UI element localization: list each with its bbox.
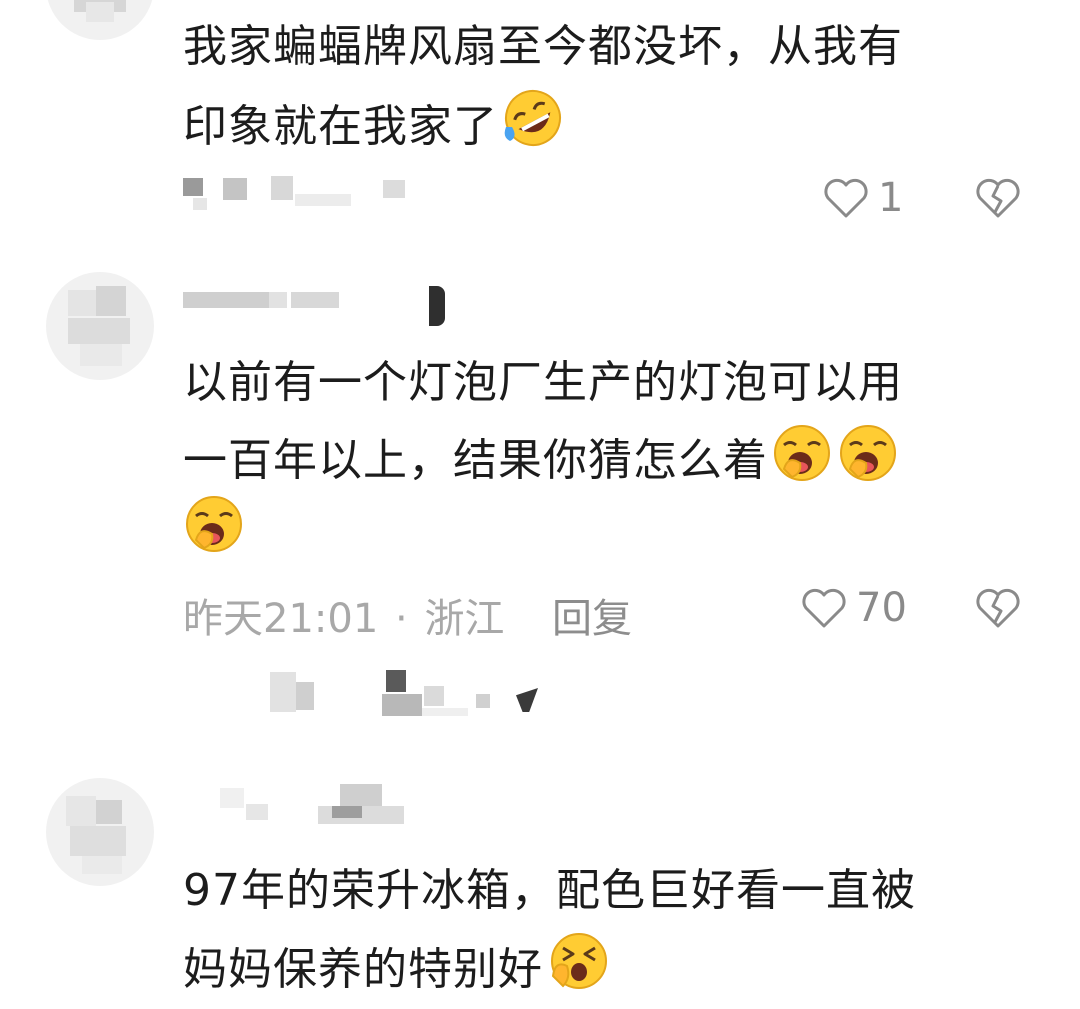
like-count: 70 bbox=[856, 585, 907, 631]
comment-text: 印象就在我家了 bbox=[183, 87, 566, 166]
comment-meta-blurred bbox=[183, 176, 463, 216]
comment-location: 浙江 bbox=[424, 596, 505, 642]
yawning-face-emoji-icon bbox=[836, 423, 900, 500]
comment-meta: 昨天21:01 · 浙江 bbox=[183, 586, 504, 644]
broken-heart-icon[interactable] bbox=[974, 176, 1022, 220]
comment-text: 以前有一个灯泡厂生产的灯泡可以用 bbox=[183, 357, 903, 408]
avatar[interactable] bbox=[46, 272, 154, 380]
like-count: 1 bbox=[878, 175, 904, 221]
comment-text: 妈妈保养的特别好 bbox=[183, 930, 611, 1009]
heart-outline-icon[interactable] bbox=[800, 586, 848, 630]
meta-separator: · bbox=[395, 596, 408, 642]
reply-button[interactable]: 回复 bbox=[552, 586, 632, 644]
username-blurred bbox=[220, 784, 420, 834]
username-blurred bbox=[183, 286, 463, 336]
avatar[interactable] bbox=[46, 778, 154, 886]
comment-text: 一百年以上，结果你猜怎么着 bbox=[183, 423, 900, 500]
comment-text: 我家蝙蝠牌风扇至今都没坏，从我有 bbox=[183, 21, 903, 72]
squinting-hand-over-mouth-emoji-icon bbox=[545, 930, 611, 1009]
broken-heart-icon[interactable] bbox=[974, 586, 1022, 630]
comment-text: 97年的荣升冰箱，配色巨好看一直被 bbox=[183, 865, 916, 916]
yawning-face-emoji-icon bbox=[770, 423, 834, 500]
comment-time: 昨天21:01 bbox=[183, 596, 379, 642]
rofl-emoji-icon bbox=[500, 87, 566, 166]
heart-outline-icon[interactable] bbox=[822, 176, 870, 220]
avatar[interactable] bbox=[46, 0, 154, 40]
yawning-face-emoji-icon bbox=[182, 494, 246, 558]
view-replies-blurred[interactable] bbox=[270, 664, 560, 724]
